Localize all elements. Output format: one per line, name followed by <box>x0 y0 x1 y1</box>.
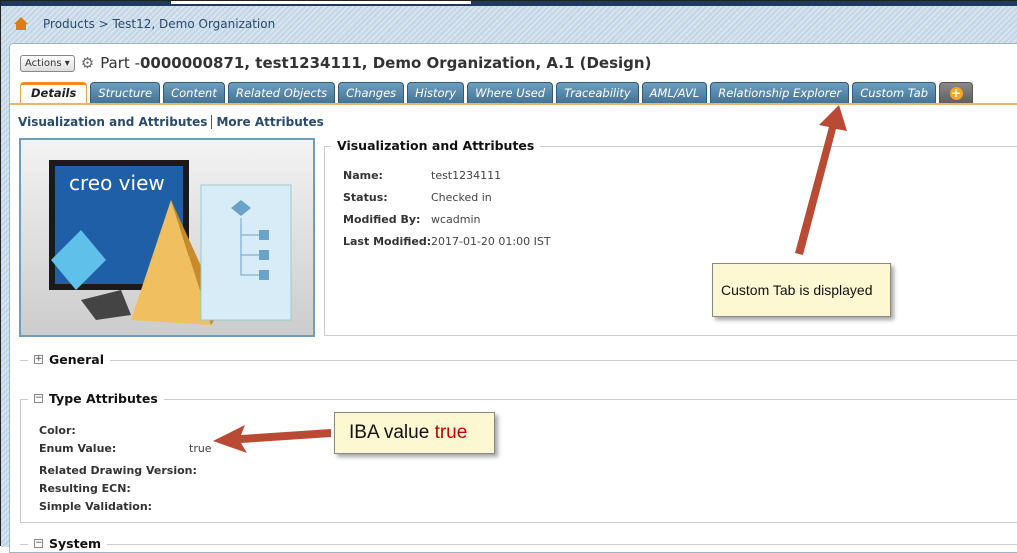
callout-value: true <box>434 422 468 443</box>
callout-text: IBA value <box>349 422 435 443</box>
callout-custom-tab: Custom Tab is displayed <box>712 263 891 317</box>
arrow-to-custom-tab <box>795 105 847 255</box>
callout-iba-value: IBA value true <box>334 412 495 454</box>
callout-text: Custom Tab is displayed <box>721 282 873 298</box>
arrow-to-enum-value <box>213 425 331 453</box>
